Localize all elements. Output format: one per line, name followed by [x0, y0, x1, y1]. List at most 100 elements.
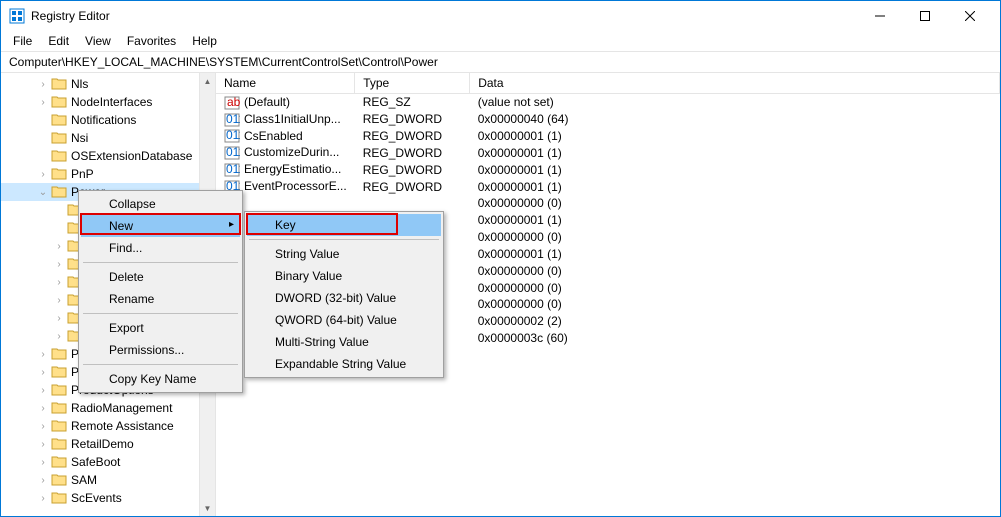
- caret-right-icon[interactable]: ›: [37, 492, 49, 504]
- new-submenu[interactable]: Key String ValueBinary ValueDWORD (32-bit…: [244, 211, 444, 378]
- menu-item-find-[interactable]: Find...: [81, 237, 240, 259]
- value-name: EventProcessorE...: [244, 179, 347, 193]
- value-data: 0x00000001 (1): [470, 212, 1000, 229]
- value-row[interactable]: 0110x00000000 (0): [216, 195, 1000, 212]
- value-data: 0x00000000 (0): [470, 262, 1000, 279]
- tree-item-label: RadioManagement: [71, 401, 172, 415]
- menu-item-delete[interactable]: Delete: [81, 266, 240, 288]
- value-row[interactable]: 011EnergyEstimatio...REG_DWORD0x00000001…: [216, 161, 1000, 178]
- address-text: Computer\HKEY_LOCAL_MACHINE\SYSTEM\Curre…: [9, 55, 438, 69]
- menubar: File Edit View Favorites Help: [1, 31, 1000, 51]
- menu-item-multi-string-value[interactable]: Multi-String Value: [247, 331, 441, 353]
- tree-item-pnp[interactable]: ›PnP: [1, 165, 215, 183]
- scroll-down-icon[interactable]: ▼: [200, 500, 215, 516]
- value-name: CustomizeDurin...: [244, 145, 339, 159]
- value-row[interactable]: 011EventProcessorE...REG_DWORD0x00000001…: [216, 178, 1000, 195]
- tree-item-label: SafeBoot: [71, 455, 120, 469]
- caret-right-icon[interactable]: ›: [37, 78, 49, 90]
- folder-icon: [51, 419, 67, 433]
- tree-item-label: Notifications: [71, 113, 136, 127]
- scroll-up-icon[interactable]: ▲: [200, 73, 215, 89]
- dword-value-icon: 011: [224, 146, 240, 160]
- address-bar[interactable]: Computer\HKEY_LOCAL_MACHINE\SYSTEM\Curre…: [1, 51, 1000, 73]
- menu-file[interactable]: File: [5, 32, 40, 50]
- tree-item-notifications[interactable]: Notifications: [1, 111, 215, 129]
- tree-item-nls[interactable]: › Nls: [1, 75, 215, 93]
- menu-item-expandable-string-value[interactable]: Expandable String Value: [247, 353, 441, 375]
- caret-right-icon[interactable]: ›: [53, 258, 65, 270]
- column-type[interactable]: Type: [355, 73, 470, 94]
- close-button[interactable]: [947, 1, 992, 31]
- column-data[interactable]: Data: [470, 73, 1000, 94]
- value-row[interactable]: 011CustomizeDurin...REG_DWORD0x00000001 …: [216, 144, 1000, 161]
- value-data: 0x00000000 (0): [470, 195, 1000, 212]
- menu-edit[interactable]: Edit: [40, 32, 77, 50]
- folder-icon: [51, 113, 67, 127]
- menu-favorites[interactable]: Favorites: [119, 32, 184, 50]
- tree-item-label: Nls: [71, 77, 88, 91]
- caret-right-icon[interactable]: ›: [37, 474, 49, 486]
- tree-item-sam[interactable]: ›SAM: [1, 471, 215, 489]
- menu-item-new[interactable]: New: [81, 215, 240, 237]
- tree-item-remote-assistance[interactable]: ›Remote Assistance: [1, 417, 215, 435]
- menu-item-string-value[interactable]: String Value: [247, 243, 441, 265]
- maximize-button[interactable]: [902, 1, 947, 31]
- folder-icon: [51, 77, 67, 91]
- menu-item-qword-64-bit-value[interactable]: QWORD (64-bit) Value: [247, 309, 441, 331]
- menu-help[interactable]: Help: [184, 32, 225, 50]
- caret-right-icon[interactable]: ›: [37, 366, 49, 378]
- menu-item-export[interactable]: Export: [81, 317, 240, 339]
- value-name: (Default): [244, 95, 290, 109]
- tree-item-retaildemo[interactable]: › RetailDemo: [1, 435, 215, 453]
- value-row[interactable]: 011Class1InitialUnp...REG_DWORD0x0000004…: [216, 111, 1000, 128]
- caret-right-icon[interactable]: ›: [53, 294, 65, 306]
- tree-item-nodeinterfaces[interactable]: › NodeInterfaces: [1, 93, 215, 111]
- value-data: 0x00000001 (1): [470, 178, 1000, 195]
- menu-item-dword-32-bit-value[interactable]: DWORD (32-bit) Value: [247, 287, 441, 309]
- folder-icon: [51, 473, 67, 487]
- menu-view[interactable]: View: [77, 32, 119, 50]
- column-name[interactable]: Name: [216, 73, 355, 94]
- tree-item-osextensiondatabase[interactable]: OSExtensionDatabase: [1, 147, 215, 165]
- folder-icon: [51, 167, 67, 181]
- menu-item-copy-key-name[interactable]: Copy Key Name: [81, 368, 240, 390]
- value-type: REG_DWORD: [355, 144, 470, 161]
- caret-down-icon[interactable]: ⌄: [37, 186, 49, 198]
- caret-right-icon[interactable]: ›: [53, 330, 65, 342]
- caret-right-icon[interactable]: ›: [53, 240, 65, 252]
- value-row[interactable]: 011CsEnabledREG_DWORD0x00000001 (1): [216, 128, 1000, 145]
- folder-icon: [51, 365, 67, 379]
- caret-right-icon[interactable]: ›: [37, 420, 49, 432]
- tree-item-label: RetailDemo: [71, 437, 134, 451]
- caret-right-icon[interactable]: ›: [37, 348, 49, 360]
- value-name: Class1InitialUnp...: [244, 112, 341, 126]
- value-name: EnergyEstimatio...: [244, 162, 341, 176]
- menu-item-collapse[interactable]: Collapse: [81, 193, 240, 215]
- caret-right-icon[interactable]: ›: [37, 384, 49, 396]
- caret-none: [37, 132, 49, 144]
- menu-item-binary-value[interactable]: Binary Value: [247, 265, 441, 287]
- folder-icon: [51, 149, 67, 163]
- tree-item-safeboot[interactable]: › SafeBoot: [1, 453, 215, 471]
- caret-right-icon[interactable]: ›: [37, 168, 49, 180]
- caret-right-icon[interactable]: ›: [37, 438, 49, 450]
- caret-right-icon[interactable]: ›: [37, 402, 49, 414]
- menu-item-rename[interactable]: Rename: [81, 288, 240, 310]
- value-data: 0x00000001 (1): [470, 245, 1000, 262]
- tree-item-scevents[interactable]: ›ScEvents: [1, 489, 215, 507]
- menu-item-key[interactable]: Key: [247, 214, 441, 236]
- caret-right-icon[interactable]: ›: [37, 96, 49, 108]
- value-type: REG_SZ: [355, 94, 470, 111]
- value-row[interactable]: ab(Default)REG_SZ(value not set): [216, 94, 1000, 111]
- value-data: 0x0000003c (60): [470, 330, 1000, 347]
- caret-right-icon[interactable]: ›: [37, 456, 49, 468]
- tree-context-menu[interactable]: CollapseNewFind... DeleteRename ExportPerm…: [78, 190, 243, 393]
- menu-separator: [83, 262, 238, 263]
- tree-item-radiomanagement[interactable]: › RadioManagement: [1, 399, 215, 417]
- tree-item-nsi[interactable]: Nsi: [1, 129, 215, 147]
- caret-right-icon[interactable]: ›: [53, 312, 65, 324]
- caret-right-icon[interactable]: ›: [53, 276, 65, 288]
- minimize-button[interactable]: [857, 1, 902, 31]
- tree-item-label: NodeInterfaces: [71, 95, 152, 109]
- menu-item-permissions-[interactable]: Permissions...: [81, 339, 240, 361]
